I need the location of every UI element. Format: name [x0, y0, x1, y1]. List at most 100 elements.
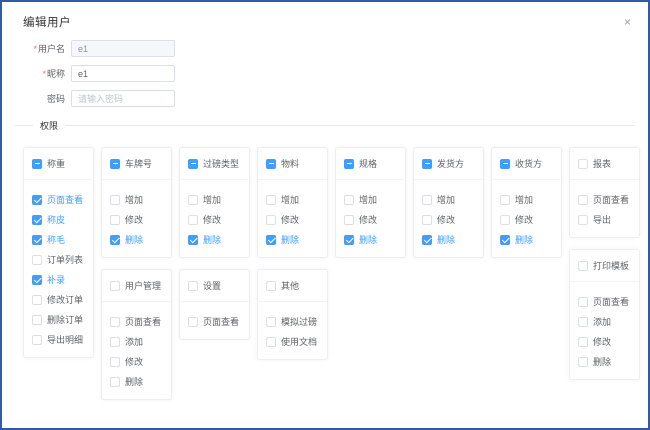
permission-group-header[interactable]: 发货方 [414, 148, 483, 180]
checkbox-unchecked-icon[interactable] [266, 281, 276, 291]
close-icon[interactable]: × [620, 14, 635, 30]
checkbox-indeterminate-icon[interactable] [422, 159, 432, 169]
permission-group-header[interactable]: 设置 [180, 270, 249, 302]
permission-group-header[interactable]: 过磅类型 [180, 148, 249, 180]
checkbox-unchecked-icon[interactable] [500, 215, 510, 225]
permission-item[interactable]: 称皮 [32, 213, 85, 226]
checkbox-unchecked-icon[interactable] [32, 315, 42, 325]
checkbox-checked-icon[interactable] [266, 235, 276, 245]
permission-item[interactable]: 订单列表 [32, 253, 85, 266]
permission-group-header[interactable]: 打印模板 [570, 250, 639, 282]
checkbox-unchecked-icon[interactable] [32, 255, 42, 265]
permission-group-header[interactable]: 称重 [24, 148, 93, 180]
permission-group-header[interactable]: 收货方 [492, 148, 561, 180]
permission-group-header[interactable]: 用户管理 [102, 270, 171, 302]
permission-item[interactable]: 增加 [188, 193, 241, 206]
checkbox-unchecked-icon[interactable] [500, 195, 510, 205]
checkbox-unchecked-icon[interactable] [110, 281, 120, 291]
checkbox-unchecked-icon[interactable] [188, 195, 198, 205]
checkbox-checked-icon[interactable] [188, 235, 198, 245]
checkbox-indeterminate-icon[interactable] [344, 159, 354, 169]
checkbox-unchecked-icon[interactable] [110, 195, 120, 205]
checkbox-unchecked-icon[interactable] [422, 195, 432, 205]
checkbox-checked-icon[interactable] [110, 235, 120, 245]
checkbox-checked-icon[interactable] [344, 235, 354, 245]
permission-item[interactable]: 导出 [578, 213, 631, 226]
permission-item[interactable]: 使用文档 [266, 335, 319, 348]
permission-item[interactable]: 修改 [110, 213, 163, 226]
permission-group-header[interactable]: 报表 [570, 148, 639, 180]
checkbox-unchecked-icon[interactable] [110, 357, 120, 367]
password-field[interactable] [71, 90, 175, 107]
permission-item[interactable]: 增加 [110, 193, 163, 206]
permission-item[interactable]: 删除订单 [32, 313, 85, 326]
checkbox-unchecked-icon[interactable] [188, 317, 198, 327]
checkbox-unchecked-icon[interactable] [110, 337, 120, 347]
permission-item[interactable]: 添加 [110, 335, 163, 348]
checkbox-unchecked-icon[interactable] [578, 159, 588, 169]
permission-item[interactable]: 修改 [422, 213, 475, 226]
permission-item[interactable]: 增加 [266, 193, 319, 206]
permission-item[interactable]: 称毛 [32, 233, 85, 246]
permission-item[interactable]: 页面查看 [578, 193, 631, 206]
permission-item[interactable]: 删除 [110, 233, 163, 246]
permission-item[interactable]: 删除 [344, 233, 397, 246]
permission-item[interactable]: 修改 [110, 355, 163, 368]
checkbox-checked-icon[interactable] [32, 235, 42, 245]
checkbox-unchecked-icon[interactable] [578, 195, 588, 205]
checkbox-unchecked-icon[interactable] [578, 215, 588, 225]
checkbox-unchecked-icon[interactable] [578, 317, 588, 327]
checkbox-unchecked-icon[interactable] [110, 215, 120, 225]
permission-group-header[interactable]: 车牌号 [102, 148, 171, 180]
permission-item[interactable]: 页面查看 [32, 193, 85, 206]
permission-group-header[interactable]: 其他 [258, 270, 327, 302]
permission-group-header[interactable]: 规格 [336, 148, 405, 180]
checkbox-unchecked-icon[interactable] [578, 261, 588, 271]
permission-item[interactable]: 页面查看 [110, 315, 163, 328]
permission-item[interactable]: 修改订单 [32, 293, 85, 306]
checkbox-unchecked-icon[interactable] [110, 317, 120, 327]
permission-item[interactable]: 页面查看 [578, 295, 631, 308]
checkbox-unchecked-icon[interactable] [188, 281, 198, 291]
checkbox-indeterminate-icon[interactable] [266, 159, 276, 169]
permission-item[interactable]: 修改 [188, 213, 241, 226]
permission-item[interactable]: 增加 [344, 193, 397, 206]
checkbox-unchecked-icon[interactable] [344, 215, 354, 225]
checkbox-unchecked-icon[interactable] [578, 357, 588, 367]
permission-item[interactable]: 删除 [188, 233, 241, 246]
checkbox-unchecked-icon[interactable] [110, 377, 120, 387]
permission-item[interactable]: 修改 [578, 335, 631, 348]
permission-group-header[interactable]: 物料 [258, 148, 327, 180]
permission-item[interactable]: 删除 [110, 375, 163, 388]
permission-item[interactable]: 增加 [422, 193, 475, 206]
checkbox-indeterminate-icon[interactable] [188, 159, 198, 169]
permission-item[interactable]: 删除 [500, 233, 553, 246]
checkbox-checked-icon[interactable] [32, 215, 42, 225]
username-field[interactable] [71, 40, 175, 57]
permission-item[interactable]: 增加 [500, 193, 553, 206]
permission-item[interactable]: 添加 [578, 315, 631, 328]
checkbox-indeterminate-icon[interactable] [32, 159, 42, 169]
checkbox-checked-icon[interactable] [32, 195, 42, 205]
checkbox-checked-icon[interactable] [500, 235, 510, 245]
checkbox-unchecked-icon[interactable] [422, 215, 432, 225]
permission-item[interactable]: 修改 [344, 213, 397, 226]
permission-item[interactable]: 导出明细 [32, 333, 85, 346]
checkbox-unchecked-icon[interactable] [32, 335, 42, 345]
checkbox-unchecked-icon[interactable] [578, 337, 588, 347]
nickname-field[interactable] [71, 65, 175, 82]
checkbox-checked-icon[interactable] [32, 275, 42, 285]
permission-item[interactable]: 删除 [422, 233, 475, 246]
checkbox-indeterminate-icon[interactable] [110, 159, 120, 169]
permission-item[interactable]: 补录 [32, 273, 85, 286]
checkbox-checked-icon[interactable] [422, 235, 432, 245]
permission-item[interactable]: 删除 [578, 355, 631, 368]
permission-item[interactable]: 修改 [266, 213, 319, 226]
checkbox-unchecked-icon[interactable] [344, 195, 354, 205]
permission-item[interactable]: 修改 [500, 213, 553, 226]
checkbox-unchecked-icon[interactable] [266, 317, 276, 327]
checkbox-unchecked-icon[interactable] [32, 295, 42, 305]
checkbox-unchecked-icon[interactable] [578, 297, 588, 307]
permission-item[interactable]: 模拟过磅 [266, 315, 319, 328]
checkbox-unchecked-icon[interactable] [266, 215, 276, 225]
